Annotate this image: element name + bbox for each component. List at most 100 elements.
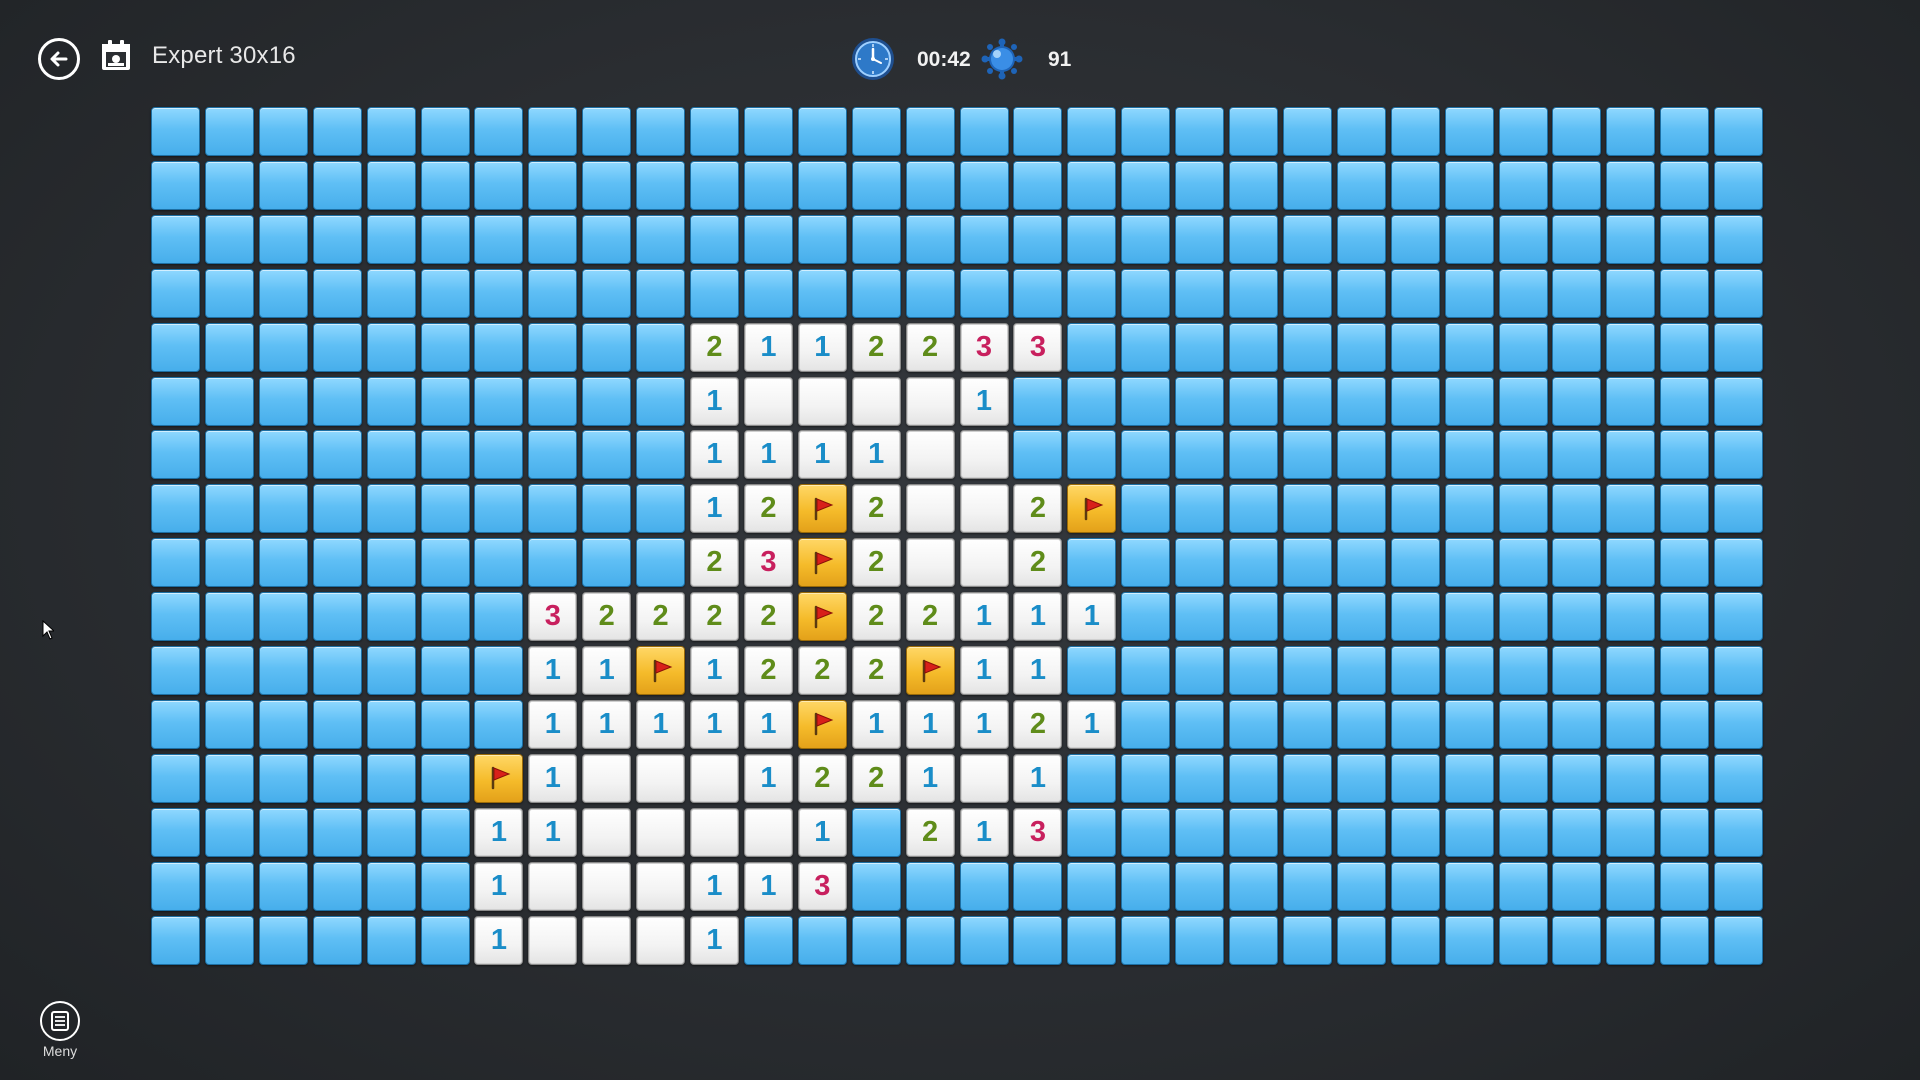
revealed-empty-tile[interactable] bbox=[905, 376, 955, 426]
revealed-number-tile[interactable]: 1 bbox=[743, 322, 793, 372]
hidden-tile[interactable] bbox=[1660, 699, 1710, 749]
revealed-empty-tile[interactable] bbox=[528, 915, 578, 965]
hidden-tile[interactable] bbox=[1175, 592, 1225, 642]
hidden-tile[interactable] bbox=[1067, 538, 1117, 588]
revealed-number-tile[interactable]: 1 bbox=[690, 699, 739, 749]
hidden-tile[interactable] bbox=[636, 538, 686, 588]
hidden-tile[interactable] bbox=[258, 214, 308, 264]
hidden-tile[interactable] bbox=[258, 484, 308, 534]
hidden-tile[interactable] bbox=[366, 107, 416, 156]
daily-challenge-calendar-icon[interactable] bbox=[100, 38, 132, 72]
hidden-tile[interactable] bbox=[1552, 430, 1602, 480]
hidden-tile[interactable] bbox=[366, 430, 416, 480]
hidden-tile[interactable] bbox=[1282, 376, 1332, 426]
hidden-tile[interactable] bbox=[151, 322, 200, 372]
hidden-tile[interactable] bbox=[151, 268, 200, 318]
hidden-tile[interactable] bbox=[1714, 430, 1764, 480]
revealed-number-tile[interactable]: 1 bbox=[959, 807, 1009, 857]
hidden-tile[interactable] bbox=[1229, 322, 1278, 372]
hidden-tile[interactable] bbox=[204, 484, 254, 534]
hidden-tile[interactable] bbox=[204, 915, 254, 965]
hidden-tile[interactable] bbox=[851, 915, 901, 965]
revealed-empty-tile[interactable] bbox=[959, 484, 1009, 534]
hidden-tile[interactable] bbox=[636, 376, 686, 426]
hidden-tile[interactable] bbox=[258, 646, 308, 695]
hidden-tile[interactable] bbox=[1498, 484, 1548, 534]
hidden-tile[interactable] bbox=[1606, 160, 1656, 210]
hidden-tile[interactable] bbox=[1606, 807, 1656, 857]
revealed-number-tile[interactable]: 1 bbox=[474, 915, 524, 965]
hidden-tile[interactable] bbox=[1606, 268, 1656, 318]
hidden-tile[interactable] bbox=[1067, 807, 1117, 857]
hidden-tile[interactable] bbox=[1390, 646, 1440, 695]
hidden-tile[interactable] bbox=[1714, 484, 1764, 534]
hidden-tile[interactable] bbox=[204, 861, 254, 911]
hidden-tile[interactable] bbox=[1067, 430, 1117, 480]
hidden-tile[interactable] bbox=[204, 107, 254, 156]
hidden-tile[interactable] bbox=[1067, 646, 1117, 695]
hidden-tile[interactable] bbox=[366, 699, 416, 749]
hidden-tile[interactable] bbox=[582, 322, 632, 372]
hidden-tile[interactable] bbox=[151, 107, 200, 156]
hidden-tile[interactable] bbox=[366, 268, 416, 318]
hidden-tile[interactable] bbox=[1229, 268, 1278, 318]
hidden-tile[interactable] bbox=[474, 592, 524, 642]
hidden-tile[interactable] bbox=[204, 807, 254, 857]
hidden-tile[interactable] bbox=[1390, 592, 1440, 642]
hidden-tile[interactable] bbox=[528, 322, 578, 372]
hidden-tile[interactable] bbox=[1336, 322, 1386, 372]
revealed-empty-tile[interactable] bbox=[636, 807, 686, 857]
hidden-tile[interactable] bbox=[528, 160, 578, 210]
hidden-tile[interactable] bbox=[1552, 376, 1602, 426]
hidden-tile[interactable] bbox=[312, 430, 362, 480]
hidden-tile[interactable] bbox=[1229, 699, 1278, 749]
hidden-tile[interactable] bbox=[1444, 861, 1494, 911]
hidden-tile[interactable] bbox=[1552, 538, 1602, 588]
revealed-number-tile[interactable]: 2 bbox=[690, 592, 739, 642]
hidden-tile[interactable] bbox=[1444, 699, 1494, 749]
hidden-tile[interactable] bbox=[1498, 861, 1548, 911]
hidden-tile[interactable] bbox=[1714, 592, 1764, 642]
hidden-tile[interactable] bbox=[1390, 915, 1440, 965]
hidden-tile[interactable] bbox=[1121, 376, 1171, 426]
hidden-tile[interactable] bbox=[1121, 753, 1171, 803]
revealed-number-tile[interactable]: 1 bbox=[905, 699, 955, 749]
hidden-tile[interactable] bbox=[1552, 646, 1602, 695]
hidden-tile[interactable] bbox=[1067, 753, 1117, 803]
hidden-tile[interactable] bbox=[1336, 538, 1386, 588]
hidden-tile[interactable] bbox=[204, 753, 254, 803]
hidden-tile[interactable] bbox=[1175, 915, 1225, 965]
hidden-tile[interactable] bbox=[582, 538, 632, 588]
hidden-tile[interactable] bbox=[1390, 807, 1440, 857]
menu-list-icon[interactable] bbox=[40, 1001, 80, 1041]
revealed-number-tile[interactable]: 1 bbox=[474, 807, 524, 857]
hidden-tile[interactable] bbox=[582, 430, 632, 480]
hidden-tile[interactable] bbox=[366, 861, 416, 911]
hidden-tile[interactable] bbox=[1175, 699, 1225, 749]
hidden-tile[interactable] bbox=[1067, 107, 1117, 156]
hidden-tile[interactable] bbox=[636, 484, 686, 534]
hidden-tile[interactable] bbox=[1067, 376, 1117, 426]
hidden-tile[interactable] bbox=[1229, 915, 1278, 965]
revealed-number-tile[interactable]: 2 bbox=[851, 484, 901, 534]
revealed-number-tile[interactable]: 2 bbox=[905, 322, 955, 372]
hidden-tile[interactable] bbox=[1121, 861, 1171, 911]
hidden-tile[interactable] bbox=[1606, 484, 1656, 534]
revealed-number-tile[interactable]: 1 bbox=[797, 322, 847, 372]
hidden-tile[interactable] bbox=[366, 322, 416, 372]
hidden-tile[interactable] bbox=[1390, 861, 1440, 911]
hidden-tile[interactable] bbox=[1606, 538, 1656, 588]
revealed-empty-tile[interactable] bbox=[690, 753, 739, 803]
hidden-tile[interactable] bbox=[258, 861, 308, 911]
revealed-empty-tile[interactable] bbox=[636, 915, 686, 965]
hidden-tile[interactable] bbox=[1498, 699, 1548, 749]
revealed-number-tile[interactable]: 2 bbox=[743, 592, 793, 642]
hidden-tile[interactable] bbox=[1390, 484, 1440, 534]
hidden-tile[interactable] bbox=[1175, 107, 1225, 156]
hidden-tile[interactable] bbox=[959, 107, 1009, 156]
flagged-tile[interactable] bbox=[797, 699, 847, 749]
hidden-tile[interactable] bbox=[312, 322, 362, 372]
revealed-number-tile[interactable]: 2 bbox=[1013, 484, 1063, 534]
hidden-tile[interactable] bbox=[1282, 160, 1332, 210]
revealed-number-tile[interactable]: 1 bbox=[690, 646, 739, 695]
